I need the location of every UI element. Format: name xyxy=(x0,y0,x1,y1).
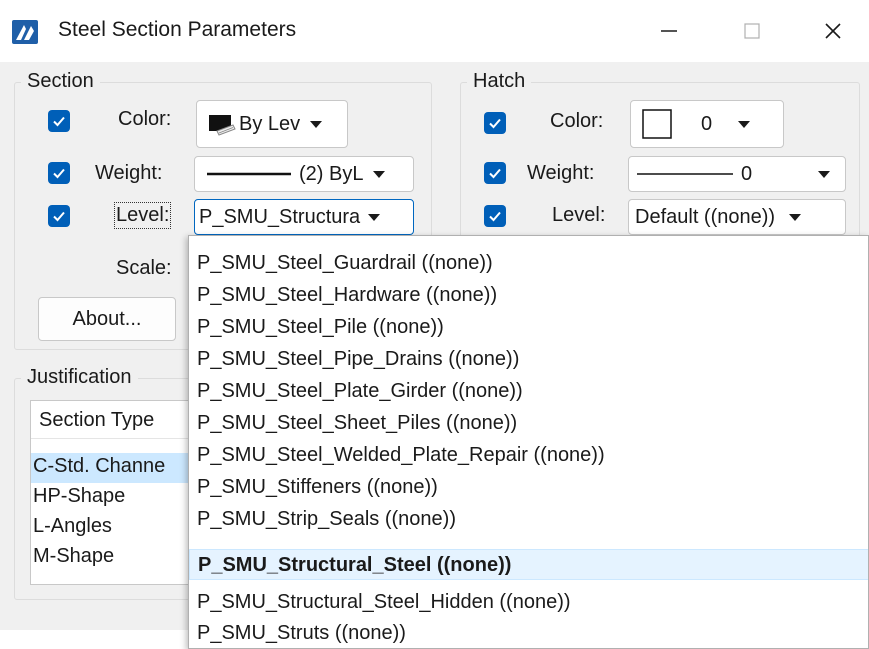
dropdown-item[interactable]: P_SMU_Steel_Welded_Plate_Repair ((none)) xyxy=(189,440,868,471)
checkmark-icon xyxy=(53,168,65,179)
section-legend: Section xyxy=(21,70,100,93)
chevron-down-icon xyxy=(368,213,381,221)
title-bar: Steel Section Parameters xyxy=(0,0,869,62)
dropdown-item[interactable]: P_SMU_Strip_Seals ((none)) xyxy=(189,504,868,535)
dropdown-item[interactable]: P_SMU_Steel_Sheet_Piles ((none)) xyxy=(189,408,868,439)
section-color-label: Color: xyxy=(118,108,172,130)
hatch-weight-value: 0 xyxy=(741,162,753,185)
list-item[interactable]: M-Shape xyxy=(31,543,189,573)
minimize-button[interactable] xyxy=(633,0,705,62)
close-button[interactable] xyxy=(797,0,869,62)
maximize-button[interactable] xyxy=(716,0,788,62)
checkmark-icon xyxy=(53,116,65,127)
section-level-value: P_SMU_Structura xyxy=(199,205,361,229)
section-color-checkbox[interactable] xyxy=(48,110,70,132)
checkmark-icon xyxy=(489,118,501,129)
window-title: Steel Section Parameters xyxy=(58,18,297,41)
hatch-legend: Hatch xyxy=(467,70,532,93)
hatch-weight-checkbox[interactable] xyxy=(484,162,506,184)
dropdown-item-highlighted[interactable]: P_SMU_Structural_Steel ((none)) xyxy=(189,549,868,580)
hatch-color-checkbox[interactable] xyxy=(484,112,506,134)
level-dropdown-list[interactable]: P_SMU_Steel_Guardrail ((none)) P_SMU_Ste… xyxy=(188,235,869,649)
section-color-dropdown[interactable]: By Lev xyxy=(196,100,348,148)
hatch-level-value: Default ((none)) xyxy=(635,205,776,228)
section-level-dropdown[interactable]: P_SMU_Structura xyxy=(194,199,414,235)
color-swatch-icon xyxy=(209,115,236,136)
dropdown-item[interactable]: P_SMU_Stiffeners ((none)) xyxy=(189,472,868,503)
chevron-down-icon xyxy=(373,170,386,178)
section-type-column-header[interactable]: Section Type xyxy=(31,401,189,439)
list-item[interactable]: HP-Shape xyxy=(31,483,189,513)
dropdown-item[interactable]: P_SMU_Structural_Steel_Hidden ((none)) xyxy=(189,587,868,618)
section-weight-label: Weight: xyxy=(95,162,163,184)
line-weight-icon xyxy=(637,173,733,175)
section-color-value: By Lev xyxy=(239,112,301,135)
hatch-color-value: 0 xyxy=(701,112,713,135)
chevron-down-icon xyxy=(738,120,751,128)
checkmark-icon xyxy=(489,168,501,179)
hatch-color-dropdown[interactable]: 0 xyxy=(630,100,784,148)
section-weight-dropdown[interactable]: (2) ByL xyxy=(194,156,414,192)
dropdown-item[interactable]: P_SMU_Steel_Pile ((none)) xyxy=(189,312,868,343)
hatch-weight-label: Weight: xyxy=(527,162,595,184)
hatch-level-label: Level: xyxy=(552,204,606,226)
list-item[interactable]: L-Angles xyxy=(31,513,189,543)
about-button[interactable]: About... xyxy=(38,297,176,341)
section-scale-label: Scale: xyxy=(116,257,172,279)
checkmark-icon xyxy=(489,211,501,222)
about-button-label: About... xyxy=(72,307,142,330)
app-logo-icon xyxy=(12,20,38,44)
hatch-weight-dropdown[interactable]: 0 xyxy=(628,156,846,192)
color-swatch-icon xyxy=(642,109,672,139)
checkmark-icon xyxy=(53,211,65,222)
dropdown-item[interactable]: P_SMU_Struts ((none)) xyxy=(189,618,868,648)
close-icon xyxy=(825,23,841,39)
section-level-checkbox[interactable] xyxy=(48,205,70,227)
line-weight-icon xyxy=(207,172,291,176)
hatch-level-dropdown[interactable]: Default ((none)) xyxy=(628,199,846,235)
hatch-level-checkbox[interactable] xyxy=(484,205,506,227)
section-level-label: Level: xyxy=(113,202,172,229)
section-type-list[interactable]: Section Type C-Std. Channe HP-Shape L-An… xyxy=(30,400,190,585)
dropdown-item[interactable]: P_SMU_Steel_Hardware ((none)) xyxy=(189,280,868,311)
hatch-color-label: Color: xyxy=(550,110,604,132)
dropdown-item[interactable]: P_SMU_Steel_Plate_Girder ((none)) xyxy=(189,376,868,407)
chevron-down-icon xyxy=(818,170,831,178)
section-weight-checkbox[interactable] xyxy=(48,162,70,184)
chevron-down-icon xyxy=(789,213,802,221)
minimize-icon xyxy=(661,30,677,32)
section-weight-value: (2) ByL xyxy=(299,162,364,185)
dropdown-item[interactable]: P_SMU_Steel_Guardrail ((none)) xyxy=(189,248,868,279)
list-item[interactable]: C-Std. Channe xyxy=(31,453,189,483)
justification-legend: Justification xyxy=(21,366,138,389)
chevron-down-icon xyxy=(310,120,323,128)
maximize-icon xyxy=(744,23,760,39)
dropdown-item[interactable]: P_SMU_Steel_Pipe_Drains ((none)) xyxy=(189,344,868,375)
